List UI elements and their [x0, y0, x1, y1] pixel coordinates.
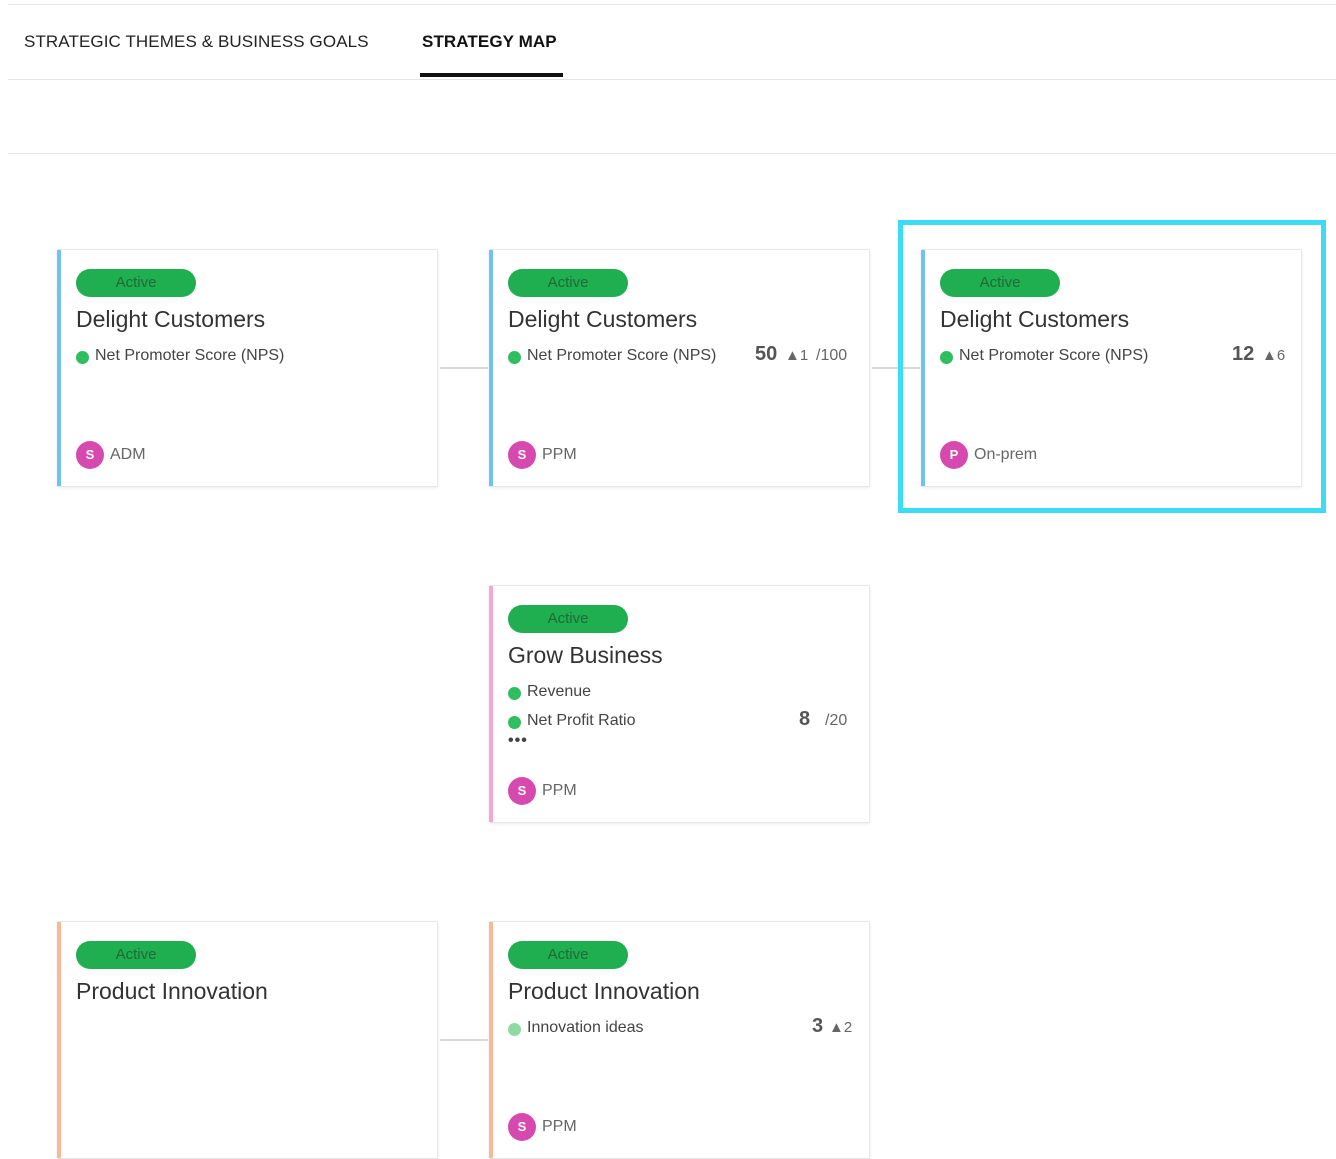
- status-badge: Active: [76, 941, 196, 969]
- metric-row[interactable]: Net Promoter Score (NPS): [76, 346, 436, 368]
- owner-name: ADM: [110, 446, 146, 463]
- metric-label: Net Promoter Score (NPS): [95, 347, 285, 364]
- card-stripe: [921, 250, 925, 486]
- avatar: S: [508, 441, 536, 469]
- connector-line: [440, 1039, 488, 1041]
- theme-card-product-innovation-ppm[interactable]: Active Product Innovation Innovation ide…: [489, 921, 870, 1159]
- avatar: S: [76, 441, 104, 469]
- theme-card-delight-customers-adm[interactable]: Active Delight Customers Net Promoter Sc…: [57, 249, 438, 487]
- metric-row[interactable]: Net Promoter Score (NPS) 12 ▲6: [940, 343, 1300, 368]
- card-stripe: [57, 250, 61, 486]
- card-title[interactable]: Delight Customers: [940, 306, 1129, 333]
- metric-row[interactable]: Net Profit Ratio 8 /20: [508, 708, 868, 733]
- metric-target: /20: [825, 712, 848, 729]
- card-title[interactable]: Product Innovation: [76, 978, 268, 1005]
- status-badge: Active: [76, 269, 196, 297]
- card-title[interactable]: Delight Customers: [508, 306, 697, 333]
- card-stripe: [57, 922, 61, 1158]
- metric-row[interactable]: Net Promoter Score (NPS) 50 ▲1 /100: [508, 343, 868, 368]
- metric-target: /100: [816, 347, 848, 364]
- card-title[interactable]: Grow Business: [508, 642, 663, 669]
- status-badge: Active: [508, 941, 628, 969]
- metric-row[interactable]: Innovation ideas 3 ▲2: [508, 1015, 868, 1040]
- metric-label: Revenue: [527, 683, 592, 700]
- owner-name: PPM: [542, 446, 577, 463]
- metric-label: Net Profit Ratio: [527, 712, 636, 729]
- theme-card-delight-customers-ppm[interactable]: Active Delight Customers Net Promoter Sc…: [489, 249, 870, 487]
- avatar: S: [508, 777, 536, 805]
- more-metrics-ellipsis[interactable]: •••: [508, 732, 528, 750]
- status-dot-icon: [940, 351, 953, 364]
- status-badge: Active: [508, 269, 628, 297]
- avatar: P: [940, 441, 968, 469]
- metric-row[interactable]: Revenue: [508, 682, 868, 704]
- metric-label: Innovation ideas: [527, 1019, 644, 1036]
- tab-strategy-map[interactable]: STRATEGY MAP: [422, 32, 557, 52]
- active-tab-indicator: [420, 73, 563, 77]
- status-dot-icon: [508, 716, 521, 729]
- tab-strategic-themes[interactable]: STRATEGIC THEMES & BUSINESS GOALS: [24, 32, 369, 52]
- metric-value: 8: [799, 708, 811, 730]
- card-title[interactable]: Delight Customers: [76, 306, 265, 333]
- toolbar-divider: [8, 153, 1336, 154]
- connector-line: [440, 367, 488, 369]
- card-title[interactable]: Product Innovation: [508, 978, 700, 1005]
- tab-bar: STRATEGIC THEMES & BUSINESS GOALS STRATE…: [8, 5, 1336, 80]
- owner-name: On-prem: [974, 446, 1038, 463]
- avatar: S: [508, 1113, 536, 1141]
- theme-card-product-innovation[interactable]: Active Product Innovation: [57, 921, 438, 1159]
- metric-change: ▲1: [785, 347, 809, 364]
- owner-name: PPM: [542, 782, 577, 799]
- status-badge: Active: [940, 269, 1060, 297]
- status-badge: Active: [508, 605, 628, 633]
- status-dot-icon: [508, 1023, 521, 1036]
- metric-change: ▲2: [829, 1019, 853, 1036]
- metric-value: 3: [812, 1015, 824, 1037]
- metric-change: ▲6: [1262, 347, 1286, 364]
- metric-label: Net Promoter Score (NPS): [527, 347, 717, 364]
- owner-name: PPM: [542, 1118, 577, 1135]
- status-dot-icon: [76, 351, 89, 364]
- card-stripe: [489, 586, 493, 822]
- theme-card-delight-customers-on-prem[interactable]: Active Delight Customers Net Promoter Sc…: [921, 249, 1302, 487]
- metric-value: 12: [1232, 343, 1255, 365]
- metric-value: 50: [755, 343, 778, 365]
- card-stripe: [489, 250, 493, 486]
- status-dot-icon: [508, 351, 521, 364]
- metric-label: Net Promoter Score (NPS): [959, 347, 1149, 364]
- card-stripe: [489, 922, 493, 1158]
- connector-line: [872, 367, 920, 369]
- status-dot-icon: [508, 687, 521, 700]
- theme-card-grow-business[interactable]: Active Grow Business Revenue Net Profit …: [489, 585, 870, 823]
